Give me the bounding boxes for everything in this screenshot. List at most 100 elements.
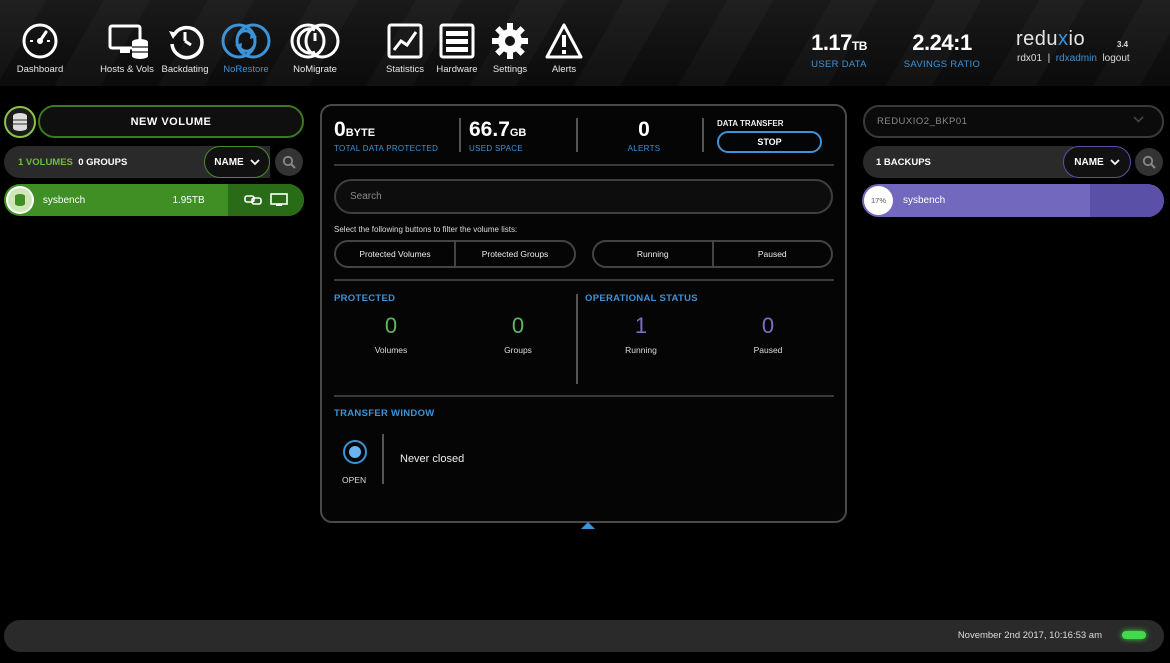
search-input[interactable] <box>334 179 833 214</box>
top-navigation-bar: Dashboard Hosts & Vols Backdating NoRest… <box>0 0 1170 86</box>
refresh-cycle-icon <box>221 23 271 59</box>
total-protected-value: 0 <box>334 118 346 141</box>
search-icon <box>1142 155 1156 169</box>
monitor-database-icon <box>108 24 148 59</box>
used-space-unit: GB <box>509 127 527 139</box>
volume-search-button[interactable] <box>275 148 303 176</box>
running-count: 1 <box>634 313 648 338</box>
line-chart-icon <box>387 23 423 59</box>
volume-row-sysbench[interactable]: sysbench 1.95TB <box>4 184 304 216</box>
paused-count: 0 <box>761 313 775 338</box>
total-protected-unit: BYTE <box>345 127 376 139</box>
stop-transfer-button[interactable]: STOP <box>717 131 822 153</box>
search-icon <box>282 155 296 169</box>
data-transfer-label: DATA TRANSFER <box>717 119 784 128</box>
backup-row-actions[interactable] <box>1090 184 1164 217</box>
filter-running[interactable]: Running <box>594 242 712 266</box>
backup-count-bar: 1 BACKUPS <box>863 146 1073 178</box>
backup-target-dropdown[interactable]: REDUXIO2_BKP01 <box>863 105 1164 138</box>
protected-groups-count: 0 <box>511 313 525 338</box>
gear-icon <box>492 23 528 59</box>
status-filter-group: Running Paused <box>592 240 833 268</box>
history-clock-icon <box>169 25 204 60</box>
backup-sort-dropdown[interactable]: NAME <box>1063 146 1131 178</box>
transfer-window-toggle[interactable] <box>343 440 367 464</box>
divider <box>576 294 578 384</box>
user-data-stat: 1.17TB USER DATA <box>806 30 872 70</box>
nav-nomigrate-label: NoMigrate <box>293 64 337 75</box>
divider <box>382 434 384 484</box>
alerts-value: 0 <box>638 118 650 141</box>
volume-sort-dropdown[interactable]: NAME <box>204 146 270 178</box>
brand-logo: reduxio <box>1016 28 1086 50</box>
protected-volumes-label: Volumes <box>374 345 408 355</box>
nav-backdating[interactable]: Backdating <box>153 22 217 75</box>
paused-metric: 0 Paused <box>728 313 808 355</box>
running-metric: 1 Running <box>601 313 681 355</box>
chevron-down-icon <box>1133 116 1144 123</box>
protected-groups-label: Groups <box>504 345 532 355</box>
backup-row-sysbench[interactable]: 17% sysbench <box>862 184 1164 217</box>
protected-volumes-metric: 0 Volumes <box>351 313 431 355</box>
volume-actions <box>228 184 304 216</box>
transfer-window-title: TRANSFER WINDOW <box>334 408 435 419</box>
chevron-down-icon <box>250 158 260 165</box>
user-separator: | <box>1047 53 1051 64</box>
filter-paused[interactable]: Paused <box>711 242 832 266</box>
nav-norestore[interactable]: NoRestore <box>214 22 278 75</box>
backup-search-button[interactable] <box>1135 148 1163 176</box>
timestamp: November 2nd 2017, 10:16:53 am <box>957 630 1102 641</box>
nav-alerts[interactable]: Alerts <box>532 22 596 75</box>
system-name: rdx01 <box>1017 53 1043 64</box>
protected-volumes-count: 0 <box>384 313 398 338</box>
user-info: rdx01 | rdxadmin logout <box>1017 53 1130 64</box>
user-data-value: 1.17TB <box>811 30 867 55</box>
volumes-count: 1 VOLUMES <box>18 156 73 168</box>
total-protected-kpi: 0BYTE TOTAL DATA PROTECTED <box>334 118 438 153</box>
filter-protected-groups[interactable]: Protected Groups <box>454 242 574 266</box>
nav-hosts-vols[interactable]: Hosts & Vols <box>95 22 159 75</box>
volume-name: sysbench <box>42 194 86 206</box>
divider <box>702 118 704 152</box>
divider <box>576 118 578 152</box>
server-rack-icon <box>439 23 475 59</box>
total-protected-label: TOTAL DATA PROTECTED <box>334 144 439 153</box>
link-icon[interactable] <box>244 194 262 206</box>
collapse-panel-arrow[interactable] <box>581 522 595 529</box>
nav-hosts-vols-label: Hosts & Vols <box>100 64 154 75</box>
backup-progress: 17% <box>864 186 893 215</box>
operational-section-title: OPERATIONAL STATUS <box>585 293 698 304</box>
dashboard-panel: 0BYTE TOTAL DATA PROTECTED 66.7GB USED S… <box>320 104 847 523</box>
backup-target-label: REDUXIO2_BKP01 <box>877 116 968 127</box>
alerts-kpi[interactable]: 0 ALERTS <box>612 118 676 153</box>
divider <box>334 279 834 281</box>
alerts-label: ALERTS <box>627 144 661 153</box>
backups-count: 1 BACKUPS <box>876 156 931 168</box>
host-monitor-icon[interactable] <box>270 193 288 207</box>
nav-nomigrate[interactable]: NoMigrate <box>283 22 347 75</box>
version-label: 3.4 <box>1117 40 1129 49</box>
groups-count: 0 GROUPS <box>78 156 128 168</box>
status-footer: November 2nd 2017, 10:16:53 am <box>4 620 1164 652</box>
new-volume-button[interactable]: NEW VOLUME <box>38 105 304 138</box>
protected-section-title: PROTECTED <box>334 293 396 304</box>
backup-sort-label: NAME <box>1074 156 1104 168</box>
volume-stack-icon <box>4 106 36 138</box>
backup-name: sysbench <box>903 195 946 206</box>
divider <box>334 395 834 397</box>
username-link[interactable]: rdxadmin <box>1056 53 1097 64</box>
nav-dashboard-label: Dashboard <box>16 64 64 75</box>
nav-dashboard[interactable]: Dashboard <box>8 22 72 75</box>
transfer-window-text: Never closed <box>400 453 465 465</box>
nav-norestore-label: NoRestore <box>223 64 269 75</box>
divider <box>334 164 834 166</box>
chevron-down-icon <box>1110 158 1120 165</box>
savings-ratio-stat: 2.24:1 SAVINGS RATIO <box>900 30 984 70</box>
protected-groups-metric: 0 Groups <box>478 313 558 355</box>
used-space-value: 66.7 <box>469 118 510 141</box>
protected-filter-group: Protected Volumes Protected Groups <box>334 240 576 268</box>
nav-alerts-label: Alerts <box>551 64 577 75</box>
paused-label: Paused <box>753 345 783 355</box>
logout-link[interactable]: logout <box>1102 53 1129 64</box>
filter-protected-volumes[interactable]: Protected Volumes <box>336 242 454 266</box>
